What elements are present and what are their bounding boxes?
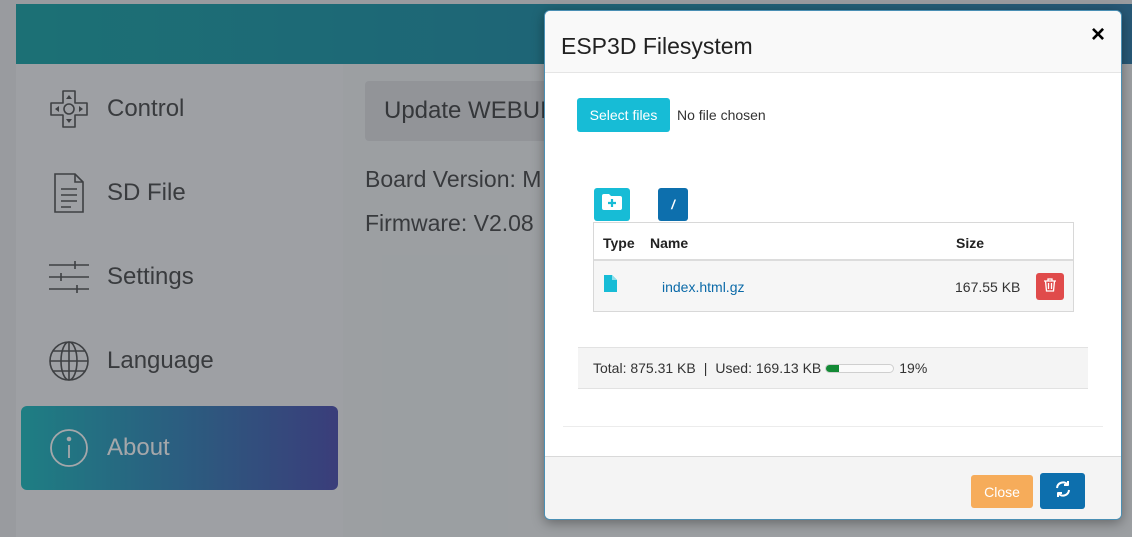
total-size-text: Total: 875.31 KB xyxy=(593,360,696,376)
table-row: index.html.gz 167.55 KB xyxy=(594,261,1073,311)
modal-header: ESP3D Filesystem × xyxy=(545,11,1121,73)
storage-status-bar: Total: 875.31 KB | Used: 169.13 KB 19% xyxy=(578,347,1088,389)
status-separator: | xyxy=(703,360,708,376)
column-header-name: Name xyxy=(650,235,689,251)
usage-progress-fill xyxy=(826,364,839,372)
file-name-link[interactable]: index.html.gz xyxy=(662,279,744,295)
file-icon xyxy=(604,275,617,295)
delete-file-button[interactable] xyxy=(1036,273,1064,300)
column-header-size: Size xyxy=(956,235,985,251)
refresh-icon xyxy=(1054,480,1072,503)
usage-percent: 19% xyxy=(899,360,928,376)
modal-footer: Close xyxy=(545,456,1121,519)
no-file-chosen-text: No file chosen xyxy=(677,107,766,123)
folder-plus-icon xyxy=(601,193,623,216)
file-size: 167.55 KB xyxy=(955,279,1021,295)
file-table: Type Name Size index.html.gz 167.55 KB xyxy=(593,222,1074,312)
refresh-button[interactable] xyxy=(1040,473,1085,509)
path-root-button[interactable]: / xyxy=(658,188,688,221)
filesystem-modal: ESP3D Filesystem × Select files No file … xyxy=(544,10,1122,520)
select-files-button[interactable]: Select files xyxy=(577,98,670,132)
table-header: Type Name Size xyxy=(594,223,1073,261)
divider xyxy=(563,426,1103,427)
usage-progress-bar xyxy=(825,363,895,373)
modal-title: ESP3D Filesystem xyxy=(561,33,753,59)
trash-icon xyxy=(1044,278,1056,295)
column-header-type: Type xyxy=(603,235,635,251)
new-folder-button[interactable] xyxy=(594,188,630,221)
close-icon[interactable]: × xyxy=(1091,21,1105,49)
used-size-text: Used: 169.13 KB xyxy=(715,360,822,376)
close-button[interactable]: Close xyxy=(971,475,1033,508)
